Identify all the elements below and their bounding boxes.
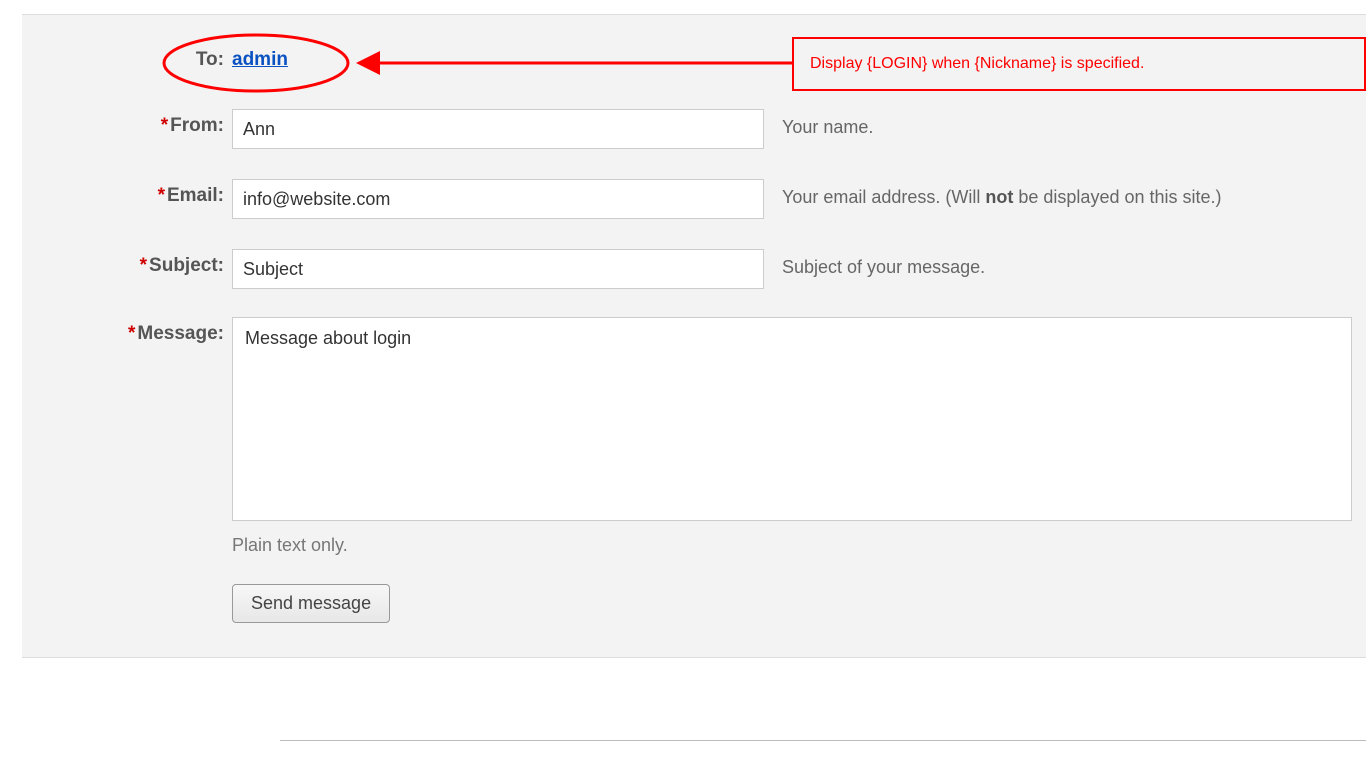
required-mark-icon: *	[158, 185, 165, 206]
hint-subject: Subject of your message.	[782, 249, 985, 278]
label-from: *From:	[60, 109, 232, 137]
label-email: *Email:	[60, 179, 232, 207]
label-message: *Message:	[60, 317, 232, 345]
label-subject: *Subject:	[60, 249, 232, 277]
label-to: To:	[60, 49, 232, 71]
email-input[interactable]	[232, 179, 764, 219]
to-recipient-link[interactable]: admin	[232, 49, 288, 70]
message-note: Plain text only.	[22, 535, 1366, 556]
message-textarea[interactable]	[232, 317, 1352, 521]
annotation-callout-text: Display {LOGIN} when {Nickname} is speci…	[810, 55, 1144, 73]
annotation-callout-box: Display {LOGIN} when {Nickname} is speci…	[792, 37, 1366, 91]
required-mark-icon: *	[161, 115, 168, 136]
hint-email: Your email address. (Will not be display…	[782, 179, 1222, 208]
required-mark-icon: *	[140, 255, 147, 276]
message-form-panel: Display {LOGIN} when {Nickname} is speci…	[22, 14, 1366, 658]
hint-from: Your name.	[782, 109, 873, 138]
submit-row: Send message	[22, 584, 1366, 623]
row-subject: *Subject: Subject of your message.	[22, 249, 1366, 289]
row-email: *Email: Your email address. (Will not be…	[22, 179, 1366, 219]
row-message: *Message:	[22, 317, 1366, 521]
row-from: *From: Your name.	[22, 109, 1366, 149]
required-mark-icon: *	[128, 323, 135, 344]
subject-input[interactable]	[232, 249, 764, 289]
footer-divider	[280, 740, 1366, 741]
from-input[interactable]	[232, 109, 764, 149]
send-message-button[interactable]: Send message	[232, 584, 390, 623]
